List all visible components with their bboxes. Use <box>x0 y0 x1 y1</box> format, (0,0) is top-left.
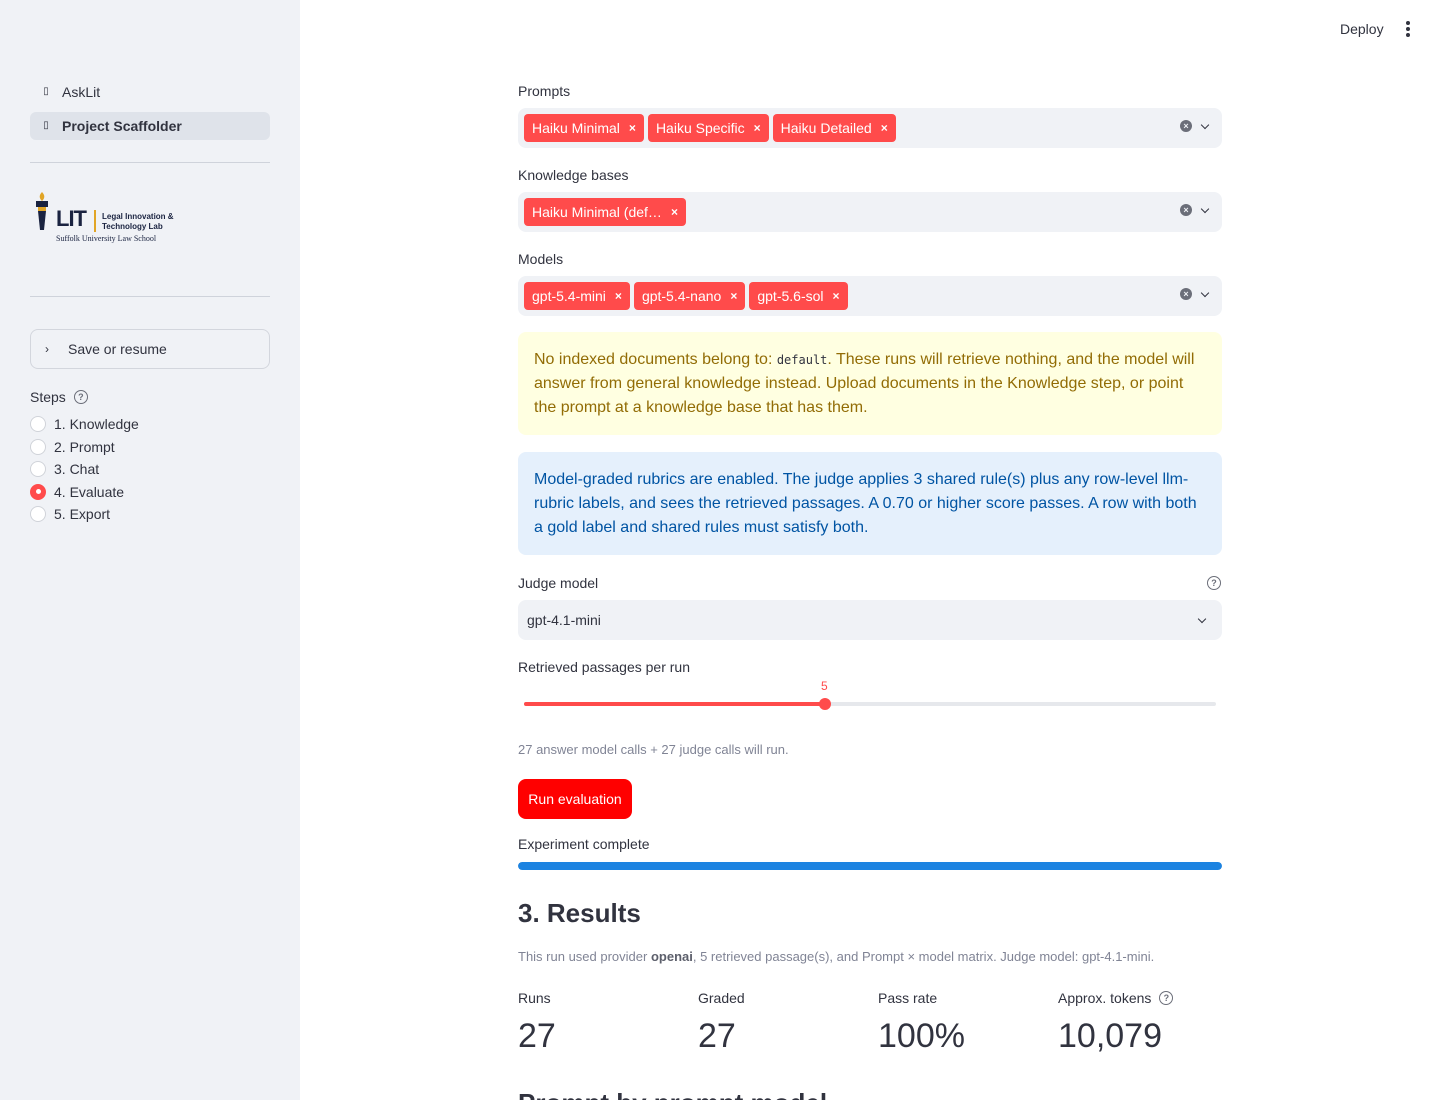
info-alert: Model-graded rubrics are enabled. The ju… <box>518 452 1222 555</box>
passages-label: Retrieved passages per run <box>518 659 690 675</box>
radio-button-selected[interactable] <box>30 483 46 500</box>
chevron-down-icon[interactable] <box>1200 205 1210 215</box>
slider-fill <box>524 702 825 706</box>
slider-thumb[interactable] <box>819 698 831 710</box>
save-or-resume-expander[interactable]: › Save or resume <box>30 329 270 369</box>
model-tag[interactable]: gpt-5.4-mini × <box>524 282 630 310</box>
remove-tag-icon[interactable]: × <box>671 205 678 219</box>
passages-slider[interactable] <box>524 698 1216 710</box>
radio-button[interactable] <box>30 416 46 433</box>
sidebar: ▯ AskLit ▯ Project Scaffolder LIT Legal … <box>0 0 300 1100</box>
help-icon[interactable]: ? <box>1159 991 1174 1005</box>
page-icon: ▯ <box>43 86 49 97</box>
chevron-down-icon[interactable] <box>1200 289 1210 299</box>
models-label: Models <box>518 251 564 267</box>
run-evaluation-button[interactable]: Run evaluation <box>518 779 632 819</box>
warning-alert: No indexed documents belong to: default.… <box>518 332 1222 435</box>
step-knowledge[interactable]: 1. Knowledge <box>30 413 270 436</box>
calls-caption: 27 answer model calls + 27 judge calls w… <box>518 742 789 757</box>
nav-item-asklit[interactable]: ▯ AskLit <box>30 78 270 106</box>
more-options-icon[interactable] <box>1404 21 1412 39</box>
prompt-tag[interactable]: Haiku Minimal × <box>524 114 644 142</box>
knowledge-bases-label: Knowledge bases <box>518 167 629 183</box>
progress-bar <box>518 862 1222 870</box>
remove-tag-icon[interactable]: × <box>833 289 840 303</box>
chevron-down-icon <box>1197 615 1207 625</box>
metric-graded: Graded 27 <box>698 990 745 1055</box>
steps-label: Steps ? <box>30 388 270 406</box>
nav-item-project-scaffolder[interactable]: ▯ Project Scaffolder <box>30 112 270 140</box>
results-caption: This run used provider openai, 5 retriev… <box>518 949 1155 964</box>
remove-tag-icon[interactable]: × <box>615 289 622 303</box>
progress-fill <box>518 862 1222 870</box>
prompts-label: Prompts <box>518 83 571 99</box>
metric-approx-tokens: Approx. tokens? 10,079 <box>1058 989 1238 1056</box>
chevron-right-icon: › <box>45 342 49 356</box>
nav-item-label: AskLit <box>62 84 101 100</box>
nav-item-label: Project Scaffolder <box>62 118 182 134</box>
judge-model-value: gpt-4.1-mini <box>527 612 601 628</box>
sidebar-nav: ▯ AskLit ▯ Project Scaffolder <box>30 78 270 146</box>
deploy-button[interactable]: Deploy <box>1330 19 1394 39</box>
clear-all-icon[interactable]: × <box>1180 120 1192 132</box>
remove-tag-icon[interactable]: × <box>730 289 737 303</box>
torch-icon <box>36 192 48 230</box>
radio-button[interactable] <box>30 506 46 523</box>
knowledge-bases-multiselect[interactable]: Haiku Minimal (def… × × <box>518 192 1222 232</box>
results-heading: 3. Results <box>518 898 641 928</box>
sidebar-divider <box>30 296 270 297</box>
judge-model-select[interactable]: gpt-4.1-mini <box>518 600 1222 640</box>
sidebar-divider <box>30 162 270 163</box>
remove-tag-icon[interactable]: × <box>881 121 888 135</box>
radio-button[interactable] <box>30 438 46 455</box>
step-export[interactable]: 5. Export <box>30 503 270 526</box>
step-evaluate[interactable]: 4. Evaluate <box>30 481 270 504</box>
metric-runs: Runs 27 <box>518 990 556 1055</box>
progress-label: Experiment complete <box>518 836 650 852</box>
clear-all-icon[interactable]: × <box>1180 204 1192 216</box>
metric-pass-rate: Pass rate 100% <box>878 990 965 1055</box>
slider-value: 5 <box>821 679 828 693</box>
chevron-down-icon[interactable] <box>1200 121 1210 131</box>
logo-bar <box>94 210 96 232</box>
page-icon: ▯ <box>43 120 49 131</box>
steps-radio-group: Steps ? 1. Knowledge 2. Prompt 3. Chat 4… <box>30 388 270 526</box>
model-tag[interactable]: gpt-5.6-sol × <box>749 282 848 310</box>
help-icon[interactable]: ? <box>73 390 88 404</box>
prompt-tag[interactable]: Haiku Specific × <box>647 114 769 142</box>
lit-logo: LIT Legal Innovation & Technology Lab Suf… <box>32 190 192 248</box>
remove-tag-icon[interactable]: × <box>629 121 636 135</box>
logo-mark: LIT <box>56 206 87 231</box>
judge-model-label: Judge model ? <box>518 575 1222 591</box>
expander-label: Save or resume <box>68 341 167 357</box>
models-multiselect[interactable]: gpt-5.4-mini × gpt-5.4-nano × gpt-5.6-sol ×… <box>518 276 1222 316</box>
logo-school: Suffolk University Law School <box>56 234 157 243</box>
help-icon[interactable]: ? <box>1207 576 1221 590</box>
remove-tag-icon[interactable]: × <box>754 121 761 135</box>
prompt-tag[interactable]: Haiku Detailed × <box>772 114 896 142</box>
radio-button[interactable] <box>30 461 46 478</box>
knowledge-base-tag[interactable]: Haiku Minimal (def… × <box>524 198 686 226</box>
step-chat[interactable]: 3. Chat <box>30 458 270 481</box>
prompts-multiselect[interactable]: Haiku Minimal × Haiku Specific × Haiku Det… <box>518 108 1222 148</box>
clear-all-icon[interactable]: × <box>1180 288 1192 300</box>
model-tag[interactable]: gpt-5.4-nano × <box>633 282 746 310</box>
logo-lab-name: Legal Innovation & Technology Lab <box>102 212 174 231</box>
step-prompt[interactable]: 2. Prompt <box>30 436 270 459</box>
next-section-heading: Prompt by prompt model <box>518 1088 827 1100</box>
